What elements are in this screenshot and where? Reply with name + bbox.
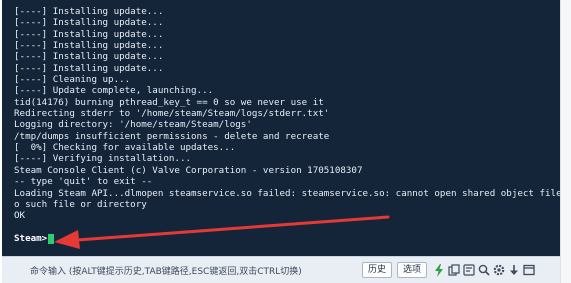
terminal-line: /tmp/dumps insufficient permissions - de… <box>14 130 330 142</box>
steam-prompt: Steam> <box>14 233 48 244</box>
ssh-client-window: [----] Installing update... [----] Instal… <box>2 0 560 283</box>
terminal-line: tid(14176) burning pthread_key_t == 0 so… <box>14 96 324 108</box>
terminal-line: [----] Installing update... <box>14 40 164 52</box>
terminal-line: [ 0%] Checking for available updates... <box>14 142 236 154</box>
prompt-line[interactable]: Steam> <box>14 233 55 245</box>
command-bar: 命令输入 (按ALT键提示历史,TAB键路径,ESC键返回,双击CTRL切换) … <box>2 256 560 283</box>
terminal-line: OK <box>14 210 26 222</box>
terminal-line: [----] Installing update... <box>14 28 164 40</box>
terminal-line: Logging directory: '/home/steam/Steam/lo… <box>14 119 252 131</box>
terminal-line: [----] Installing update... <box>14 17 164 29</box>
terminal-line: o such file or directory <box>14 198 147 210</box>
terminal-line: [----] Verifying installation... <box>14 153 192 165</box>
command-input[interactable]: 命令输入 (按ALT键提示历史,TAB键路径,ESC键返回,双击CTRL切换) <box>30 264 362 277</box>
terminal-output[interactable]: [----] Installing update... [----] Instal… <box>2 0 560 256</box>
terminal-line: Redirecting stderr to '/home/steam/Steam… <box>14 108 330 120</box>
history-button[interactable]: 历史 <box>362 262 393 278</box>
terminal-line: Steam Console Client (c) Valve Corporati… <box>14 164 363 176</box>
terminal-line: [----] Installing update... <box>14 51 164 63</box>
terminal-line: Loading Steam API...dlmopen steamservice… <box>14 187 560 199</box>
terminal-line: [----] Update complete, launching... <box>14 85 214 97</box>
settings-icon[interactable] <box>462 263 476 277</box>
copy-icon[interactable] <box>447 263 461 277</box>
terminal-line: [----] Installing update... <box>14 6 164 17</box>
arrow-down-icon[interactable] <box>507 263 521 277</box>
lightning-icon[interactable] <box>432 263 446 277</box>
gear-icon[interactable] <box>492 263 506 277</box>
text-cursor <box>48 234 55 244</box>
search-icon[interactable] <box>477 263 491 277</box>
window-edge <box>560 0 571 283</box>
options-button[interactable]: 选项 <box>397 262 428 278</box>
terminal-line: [----] Installing update... <box>14 62 164 74</box>
terminal-line: -- type 'quit' to exit -- <box>14 176 153 188</box>
terminal-line: [----] Cleaning up... <box>14 74 131 86</box>
window-icon[interactable] <box>522 263 536 277</box>
terminal-lines: [----] Installing update... [----] Instal… <box>14 6 560 222</box>
